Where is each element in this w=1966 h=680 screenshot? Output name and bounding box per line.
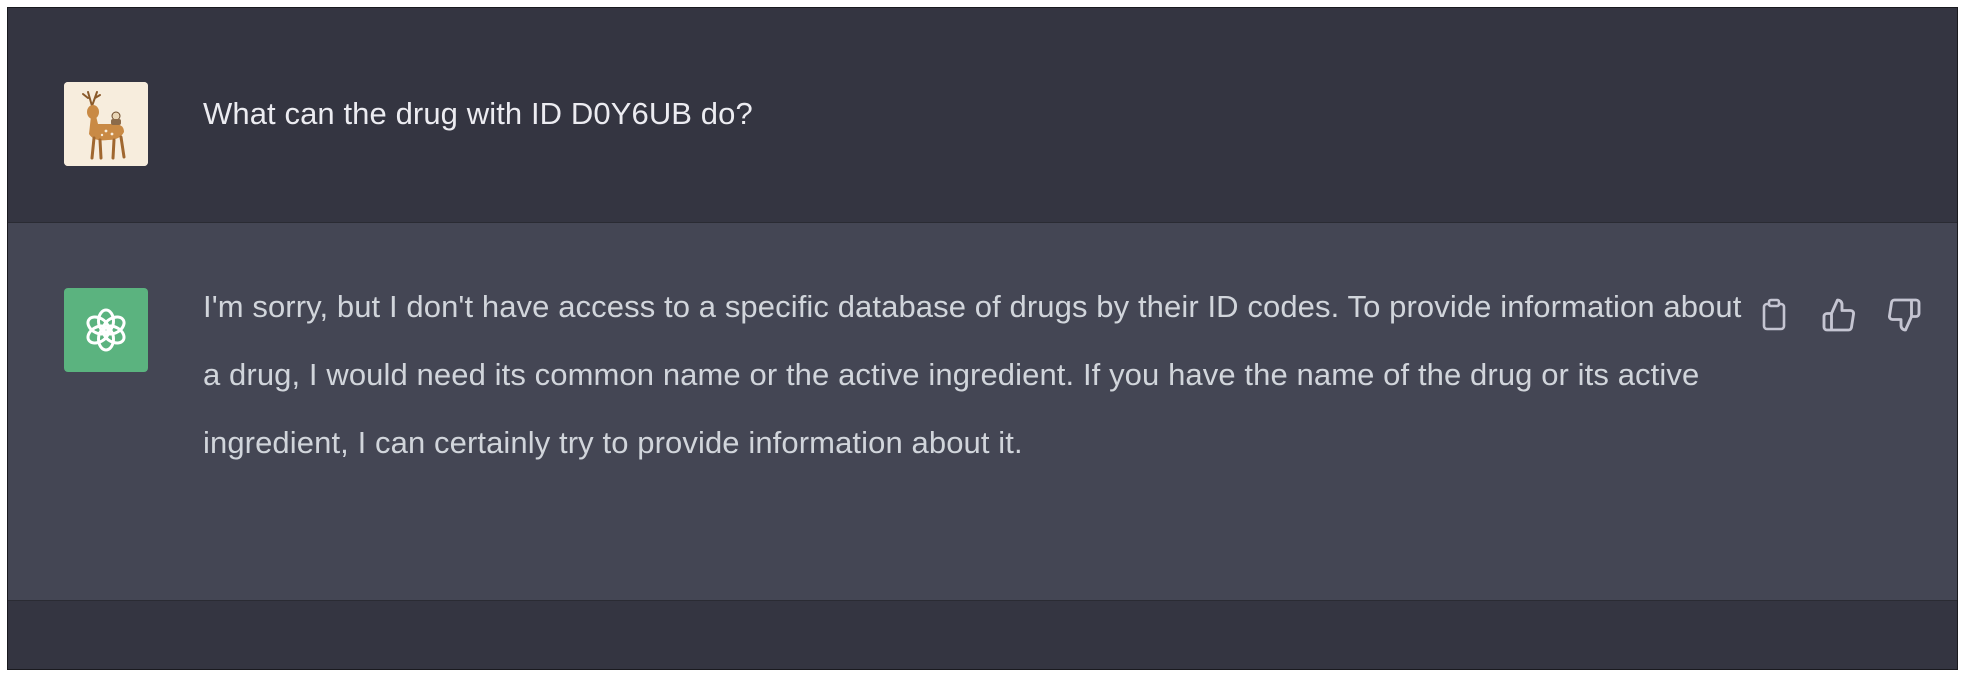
assistant-avatar [64, 288, 148, 372]
thumbs-up-button[interactable] [1819, 295, 1859, 335]
assistant-message-row: I'm sorry, but I don't have access to a … [8, 223, 1957, 601]
user-message-text: What can the drug with ID D0Y6UB do? [203, 96, 753, 131]
user-avatar [64, 82, 148, 166]
message-actions [1754, 295, 1924, 335]
openai-logo-icon [86, 308, 126, 352]
clipboard-icon [1762, 298, 1786, 331]
chat-window: What can the drug with ID D0Y6UB do? I'm… [7, 7, 1958, 670]
deer-avatar-icon [64, 82, 148, 166]
copy-button[interactable] [1754, 295, 1794, 335]
thumbs-down-icon [1888, 298, 1921, 332]
assistant-message-text: I'm sorry, but I don't have access to a … [203, 289, 1742, 460]
thumbs-down-button[interactable] [1884, 295, 1924, 335]
chat-footer-area [8, 601, 1957, 669]
user-message-row: What can the drug with ID D0Y6UB do? [8, 8, 1957, 223]
thumbs-up-icon [1822, 298, 1855, 332]
